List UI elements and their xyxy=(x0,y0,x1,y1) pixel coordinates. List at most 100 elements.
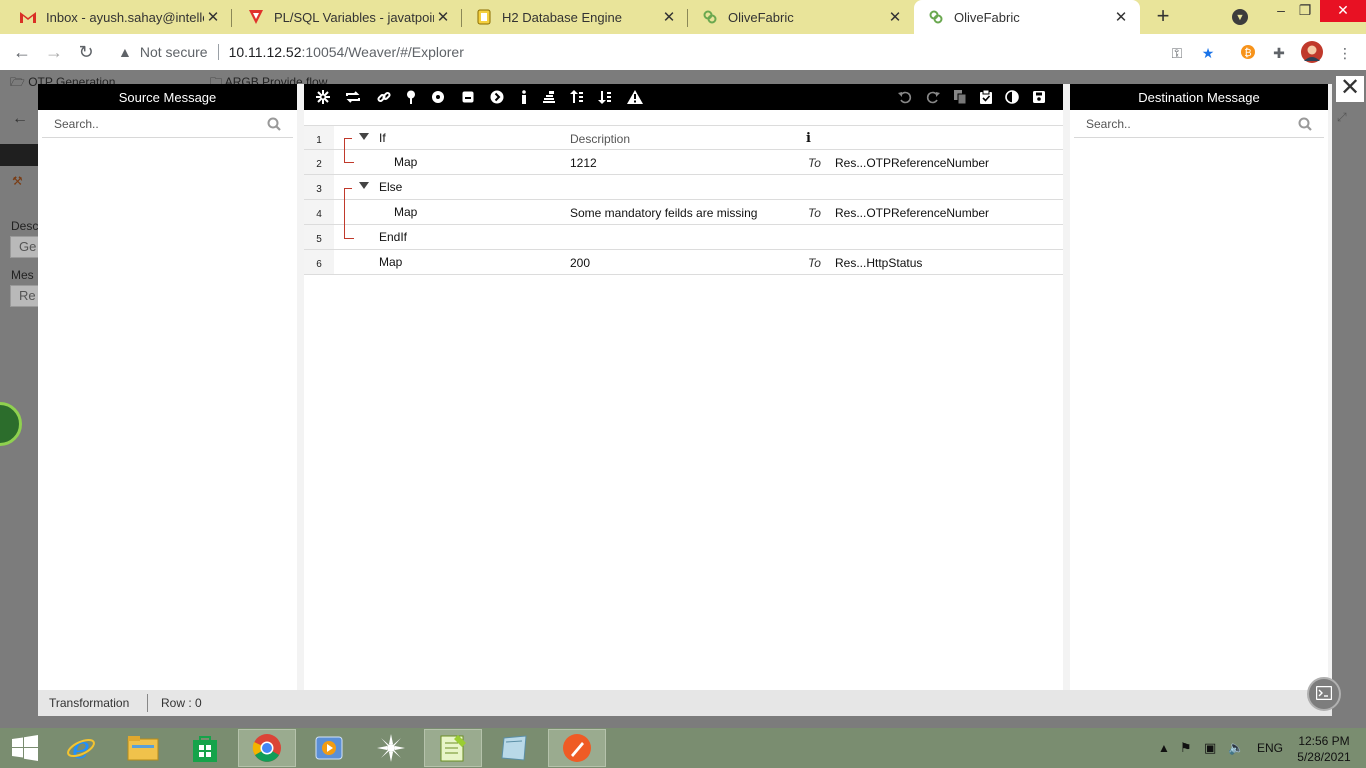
mapping-grid: 1 If Description i 2 Map 1212 To Res...O… xyxy=(304,125,1063,275)
avatar[interactable] xyxy=(1301,41,1323,63)
table-row[interactable]: 6 Map 200 To Res...HttpStatus xyxy=(304,250,1063,275)
record-icon[interactable] xyxy=(429,88,447,106)
copy-icon[interactable] xyxy=(951,88,969,106)
info-icon[interactable] xyxy=(515,88,533,106)
to-label: To xyxy=(808,206,821,220)
source-search-input[interactable] xyxy=(42,112,293,136)
svg-text:e: e xyxy=(72,733,90,763)
star-icon[interactable]: ★ xyxy=(1199,44,1217,62)
expand-icon[interactable]: ⤢ xyxy=(1337,110,1351,124)
keyword: Map xyxy=(394,205,418,219)
bracket-else-top xyxy=(344,188,352,189)
tab-title: OliveFabric xyxy=(954,9,1020,25)
tab-separator xyxy=(231,9,232,27)
redo-icon[interactable] xyxy=(924,88,942,106)
not-secure-label[interactable]: Not secure xyxy=(140,44,208,60)
browser-tab-gmail[interactable]: Inbox - ayush.sahay@intellect ✕ xyxy=(6,0,232,34)
browser-tab-olivefabric-1[interactable]: OliveFabric ✕ xyxy=(688,0,914,34)
paste-icon[interactable] xyxy=(977,88,995,106)
collapse-triangle-icon[interactable] xyxy=(359,182,369,189)
browser-tab-javatpoint[interactable]: PL/SQL Variables - javatpoint ✕ xyxy=(234,0,462,34)
language-indicator[interactable]: ENG xyxy=(1257,728,1283,768)
new-tab-button[interactable]: + xyxy=(1150,5,1176,29)
window-close-button[interactable]: ✕ xyxy=(1320,0,1366,22)
search-icon[interactable] xyxy=(267,117,281,134)
loop-icon[interactable] xyxy=(344,88,362,106)
bitcoin-extension-icon[interactable]: ₿ xyxy=(1239,44,1257,62)
store-icon[interactable] xyxy=(176,729,234,767)
info-icon[interactable]: i xyxy=(806,131,811,146)
close-icon[interactable]: ✕ xyxy=(1112,8,1130,26)
source-search xyxy=(42,112,293,138)
url-text[interactable]: 10.11.12.52:10054/Weaver/#/Explorer xyxy=(229,44,464,60)
forward-button[interactable]: → xyxy=(42,40,66,64)
omnibox-divider xyxy=(217,44,219,60)
close-icon[interactable]: ✕ xyxy=(204,8,222,26)
settings-icon[interactable] xyxy=(314,88,332,106)
notepad-plus-icon[interactable] xyxy=(424,729,482,767)
menu-icon[interactable]: ⋮ xyxy=(1336,44,1354,62)
system-clock[interactable]: 12:56 PM 5/28/2021 xyxy=(1294,733,1354,765)
keyword: Map xyxy=(394,155,418,169)
close-icon[interactable]: ✕ xyxy=(886,8,904,26)
tab-search-icon[interactable]: ▼ xyxy=(1232,9,1248,25)
sort-desc-icon[interactable] xyxy=(596,88,614,106)
row-number: 4 xyxy=(304,200,334,224)
address-bar[interactable]: ▲ Not secure 10.11.12.52:10054/Weaver/#/… xyxy=(108,38,1230,66)
link-icon[interactable] xyxy=(375,88,393,106)
ie-icon[interactable]: e xyxy=(52,729,110,767)
chrome-icon[interactable] xyxy=(238,729,296,767)
maximize-button[interactable]: ❐ xyxy=(1290,0,1320,22)
row-number: 3 xyxy=(304,175,334,199)
file-explorer-icon[interactable] xyxy=(114,729,172,767)
extensions-icon[interactable]: ✚ xyxy=(1270,44,1288,62)
status-bar: Transformation Row : 0 xyxy=(38,690,1332,716)
table-row[interactable]: 5 EndIf xyxy=(304,225,1063,250)
url-host: 10.11.12.52 xyxy=(228,44,302,60)
table-row[interactable]: 4 Map Some mandatory feilds are missing … xyxy=(304,200,1063,225)
browser-tab-olivefabric-active[interactable]: OliveFabric ✕ xyxy=(914,0,1140,34)
search-icon[interactable] xyxy=(1298,117,1312,134)
collapse-triangle-icon[interactable] xyxy=(359,133,369,140)
network-icon[interactable]: ▣ xyxy=(1204,728,1216,768)
postman-icon[interactable] xyxy=(548,729,606,767)
pinwheel-icon[interactable] xyxy=(362,729,420,767)
pin-icon[interactable] xyxy=(402,88,420,106)
tray-expand-icon[interactable]: ▲ xyxy=(1158,728,1170,768)
contrast-icon[interactable] xyxy=(1003,88,1021,106)
bg-dark-strip xyxy=(0,144,38,166)
browser-tab-h2[interactable]: H2 Database Engine ✕ xyxy=(462,0,688,34)
reload-button[interactable]: ↻ xyxy=(74,40,98,64)
action-center-icon[interactable]: ⚑ xyxy=(1180,728,1192,768)
volume-icon[interactable]: 🔈 xyxy=(1228,728,1244,768)
close-icon[interactable]: ✕ xyxy=(660,8,678,26)
back-arrow-icon: ← xyxy=(12,110,28,127)
row-number: 2 xyxy=(304,150,334,174)
table-row[interactable]: 2 Map 1212 To Res...OTPReferenceNumber xyxy=(304,150,1063,175)
warning-icon[interactable] xyxy=(626,88,644,106)
warning-icon[interactable]: ▲ xyxy=(118,44,132,60)
save-icon[interactable] xyxy=(1030,88,1048,106)
undo-icon[interactable] xyxy=(896,88,914,106)
sort-asc-icon[interactable] xyxy=(568,88,586,106)
tab-title: PL/SQL Variables - javatpoint xyxy=(274,9,434,25)
table-row[interactable]: 3 Else xyxy=(304,175,1063,200)
row-number: 5 xyxy=(304,225,334,249)
key-icon[interactable]: ⚿ xyxy=(1168,44,1186,62)
media-player-icon[interactable] xyxy=(300,729,358,767)
next-icon[interactable] xyxy=(488,88,506,106)
console-button[interactable] xyxy=(1307,677,1341,711)
box-icon[interactable] xyxy=(459,88,477,106)
modal-close-button[interactable]: ✕ xyxy=(1336,76,1364,102)
back-button[interactable]: ← xyxy=(10,40,34,64)
close-icon[interactable]: ✕ xyxy=(434,8,452,26)
description: Some mandatory feilds are missing xyxy=(570,206,758,220)
bracket-top xyxy=(344,138,352,139)
browser-toolbar: ← → ↻ ▲ Not secure 10.11.12.52:10054/Wea… xyxy=(0,34,1366,70)
destination-search-input[interactable] xyxy=(1074,112,1324,136)
table-row[interactable]: 1 If Description i xyxy=(304,125,1063,150)
start-button[interactable] xyxy=(0,729,50,767)
notes-app-icon[interactable] xyxy=(486,729,544,767)
stack-icon[interactable] xyxy=(540,88,558,106)
source-panel: Source Message xyxy=(38,84,297,690)
